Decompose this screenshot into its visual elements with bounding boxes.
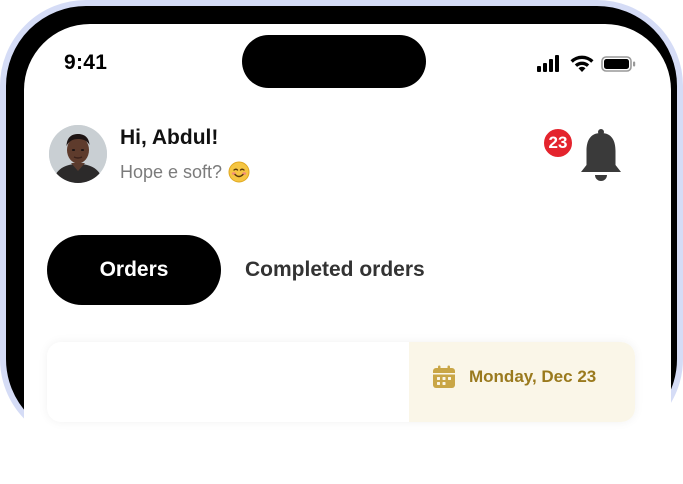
status-time: 9:41 (64, 51, 108, 74)
date-chip: Monday, Dec 23 (409, 342, 635, 422)
greeting-title: Hi, Abdul! (120, 126, 219, 149)
bell-icon[interactable] (578, 129, 624, 183)
smiling-face-emoji-icon (228, 161, 250, 183)
order-date: Monday, Dec 23 (469, 367, 597, 386)
battery-icon (601, 56, 636, 72)
cellular-signal-icon (537, 54, 564, 72)
avatar[interactable] (49, 125, 107, 183)
calendar-icon (433, 365, 455, 388)
dynamic-island (242, 35, 426, 88)
greeting-subtitle-text: Hope e soft? (120, 161, 223, 182)
avatar-image (49, 125, 107, 183)
order-card[interactable]: Monday, Dec 23 (47, 342, 635, 422)
notification-badge: 23 (542, 127, 574, 159)
greeting-subtitle: Hope e soft? (120, 161, 250, 183)
wifi-icon (570, 55, 594, 72)
tab-orders[interactable]: Orders (47, 235, 221, 305)
tab-completed-orders[interactable]: Completed orders (245, 258, 425, 282)
